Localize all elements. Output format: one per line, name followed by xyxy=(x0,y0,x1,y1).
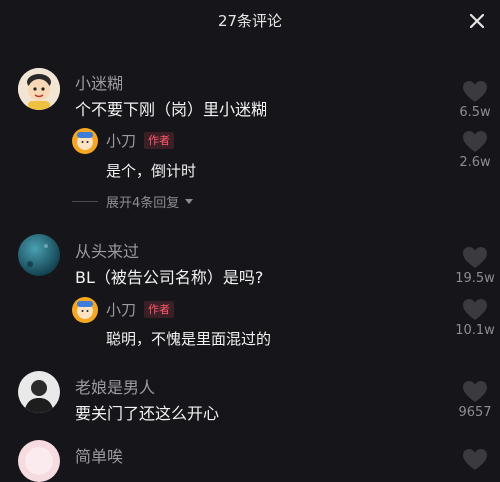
close-icon xyxy=(469,13,485,29)
author-badge: 作者 xyxy=(144,301,175,318)
heart-icon xyxy=(463,299,487,320)
cartoon-kid-avatar-icon xyxy=(18,68,60,110)
like-count: 10.1w xyxy=(455,323,495,338)
comment-text[interactable]: 要关门了还这么开心 xyxy=(75,400,219,424)
cartoon-author-avatar-icon xyxy=(72,128,98,154)
comment-username[interactable]: 简单唉 xyxy=(75,443,123,467)
caret-down-icon xyxy=(185,198,194,204)
heart-icon xyxy=(463,381,487,402)
expand-replies-label: 展开4条回复 xyxy=(106,195,180,211)
like-count: 19.5w xyxy=(455,271,495,286)
reply-username-text: 小刀 xyxy=(106,132,137,150)
heart-icon xyxy=(463,449,487,470)
like-count: 2.6w xyxy=(459,155,491,170)
expand-replies-button[interactable]: 展开4条回复 xyxy=(72,192,194,211)
reply-username[interactable]: 小刀 作者 xyxy=(106,130,175,151)
comment-username[interactable]: 小迷糊 xyxy=(75,70,123,94)
like-button[interactable] xyxy=(453,448,497,471)
comment-text[interactable]: 个不要下刚（岗）里小迷糊 xyxy=(75,96,267,120)
like-button[interactable]: 9657 xyxy=(453,380,497,420)
cartoon-author-avatar-icon xyxy=(72,297,98,323)
heart-icon xyxy=(463,131,487,152)
comment-text[interactable]: BL（被告公司名称）是吗? xyxy=(75,264,263,288)
teal-texture-avatar-icon xyxy=(18,234,60,276)
like-button[interactable]: 2.6w xyxy=(453,130,497,170)
avatar[interactable] xyxy=(18,234,60,276)
comment-username[interactable]: 从头来过 xyxy=(75,238,139,262)
like-button[interactable]: 6.5w xyxy=(453,80,497,120)
heart-icon xyxy=(463,81,487,102)
like-button[interactable]: 10.1w xyxy=(453,298,497,338)
pink-avatar-icon xyxy=(18,440,60,482)
reply-username[interactable]: 小刀 作者 xyxy=(106,299,175,320)
avatar[interactable] xyxy=(18,440,60,482)
reply-text[interactable]: 聪明，不愧是里面混过的 xyxy=(106,328,271,349)
comments-header: 27条评论 xyxy=(0,0,500,44)
avatar[interactable] xyxy=(72,297,98,323)
comment-count-title: 27条评论 xyxy=(217,12,283,30)
like-button[interactable]: 19.5w xyxy=(453,246,497,286)
reply-username-text: 小刀 xyxy=(106,301,137,319)
like-count: 9657 xyxy=(458,405,492,420)
like-count: 6.5w xyxy=(459,105,491,120)
comment-username[interactable]: 老娘是男人 xyxy=(75,374,155,398)
divider-line xyxy=(72,200,98,202)
avatar[interactable] xyxy=(72,128,98,154)
heart-icon xyxy=(463,247,487,268)
close-button[interactable] xyxy=(464,8,490,34)
avatar[interactable] xyxy=(18,68,60,110)
avatar[interactable] xyxy=(18,371,60,413)
author-badge: 作者 xyxy=(144,132,175,149)
dark-portrait-avatar-icon xyxy=(18,371,60,413)
reply-text[interactable]: 是个，倒计时 xyxy=(106,160,196,181)
